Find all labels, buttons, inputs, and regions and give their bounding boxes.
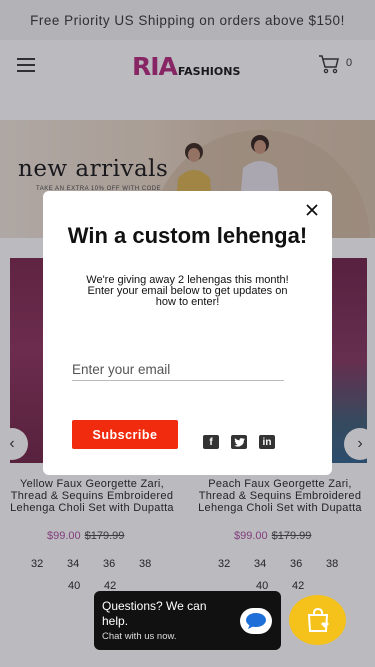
facebook-icon[interactable]: f bbox=[203, 435, 219, 449]
email-field[interactable] bbox=[72, 359, 284, 381]
chat-button[interactable] bbox=[240, 608, 272, 634]
chat-bubble-icon bbox=[246, 613, 266, 629]
chat-title: Questions? We can help. bbox=[102, 599, 207, 628]
popup-title: Win a custom lehenga! bbox=[67, 223, 308, 248]
close-icon[interactable] bbox=[305, 203, 319, 217]
shopping-bag-button[interactable] bbox=[289, 595, 346, 645]
shopping-bag-icon bbox=[307, 607, 329, 632]
linkedin-icon[interactable]: in bbox=[259, 435, 275, 449]
subscribe-button[interactable]: Subscribe bbox=[72, 420, 178, 449]
twitter-icon[interactable] bbox=[231, 435, 247, 449]
chat-widget[interactable]: Questions? We can help. Chat with us now… bbox=[94, 591, 281, 650]
popup-description: We're giving away 2 lehengas this month!… bbox=[86, 274, 289, 308]
chat-subtitle: Chat with us now. bbox=[102, 631, 177, 642]
newsletter-popup: Win a custom lehenga! We're giving away … bbox=[43, 191, 332, 475]
